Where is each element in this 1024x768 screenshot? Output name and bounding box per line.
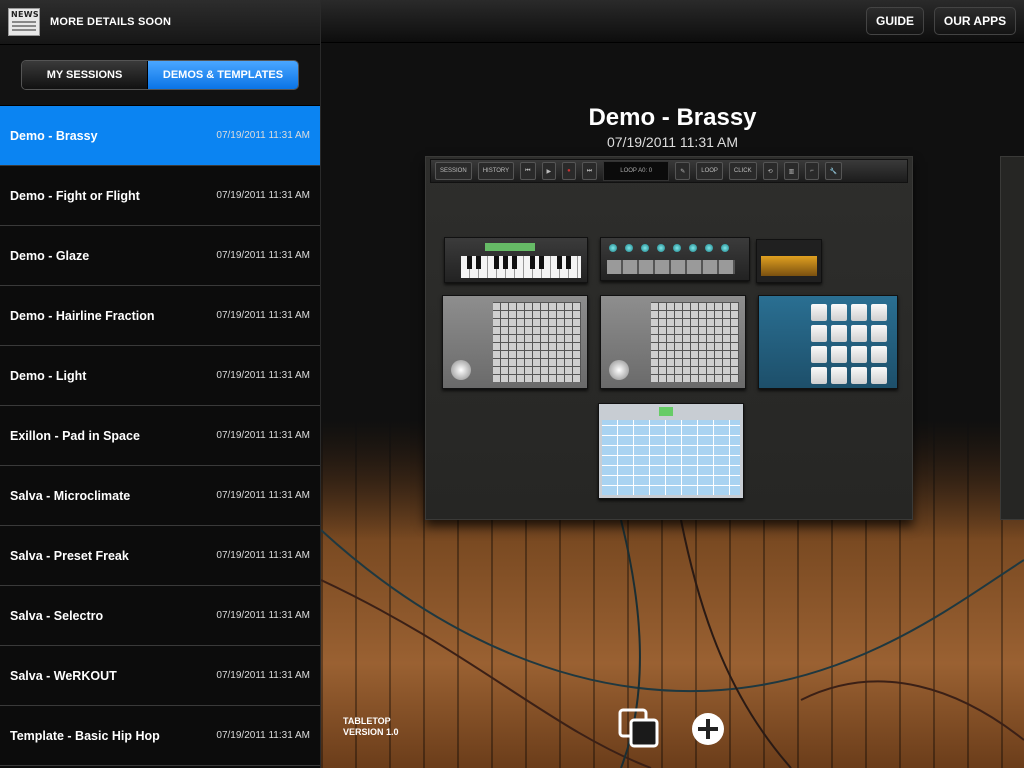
session-row[interactable]: Exillon - Pad in Space 07/19/2011 11:31 A… [0,406,320,466]
loop-toggle: LOOP [696,162,723,180]
app-name: TABLETOP [343,716,391,726]
session-tab: SESSION [435,162,472,180]
wrench-icon: 🔧 [824,162,843,180]
session-date: 07/19/2011 11:31 AM [216,130,310,141]
news-bar[interactable]: NEWS MORE DETAILS SOON [0,0,320,45]
drum-machine-device [758,295,898,389]
session-date: 07/19/2011 11:31 AM [216,670,310,681]
keyboard-display [485,243,535,251]
session-row[interactable]: Salva - Preset Freak 07/19/2011 11:31 AM [0,526,320,586]
rewind-icon: ⏮ [520,162,536,180]
session-date: 07/19/2011 11:31 AM [216,430,310,441]
forward-icon: ⏭ [581,162,598,180]
session-date: 07/19/2011 11:31 AM [606,134,739,150]
history-tab: HISTORY [477,162,515,180]
session-name: Salva - Selectro [10,608,104,623]
main-area: GUIDE OUR APPS Demo - Brassy 07/19/2011 … [321,0,1024,768]
session-date: 07/19/2011 11:31 AM [216,610,310,621]
session-row[interactable]: Salva - Selectro 07/19/2011 11:31 AM [0,586,320,646]
newspaper-icon-text: NEWS [11,10,39,19]
session-name: Demo - Light [10,368,87,383]
session-name: Demo - Fight or Flight [10,188,140,203]
click-toggle: CLICK [728,162,757,180]
segment-control: MY SESSIONS DEMOS & TEMPLATES [21,60,299,90]
news-label[interactable]: MORE DETAILS SOON [50,16,171,28]
sidebar: NEWS MORE DETAILS SOON MY SESSIONS DEMOS… [0,0,321,768]
session-row[interactable]: Salva - WeRKOUT 07/19/2011 11:31 AM [0,646,320,706]
record-icon: ● [562,162,576,180]
session-row[interactable]: Demo - Brassy 07/19/2011 11:31 AM [0,106,320,166]
duplicate-icon [618,708,659,748]
pad-matrix-device-1 [442,295,588,389]
session-title: Demo - Brassy [588,104,757,131]
session-name: Exillon - Pad in Space [10,428,140,443]
loop-display: LOOP A0: 0 [603,161,670,181]
session-date: 07/19/2011 11:31 AM [216,250,310,261]
our-apps-button[interactable]: OUR APPS [934,7,1016,35]
session-name: Salva - Preset Freak [10,548,129,563]
plus-circle-icon [692,713,724,745]
tab-demos-templates[interactable]: DEMOS & TEMPLATES [148,61,298,89]
play-icon: ▶ [541,162,557,180]
session-preview-thumbnail[interactable]: SESSION HISTORY ⏮ ▶ ● ⏭ LOOP A0: 0 ✎ LOO… [425,156,913,520]
session-date: 07/19/2011 11:31 AM [216,730,310,741]
app-version: VERSION 1.0 [343,727,399,737]
version-info: TABLETOP VERSION 1.0 [343,716,423,738]
arranger-grid [602,420,740,495]
next-session-preview[interactable] [1000,156,1024,520]
session-row[interactable]: Demo - Glaze 07/19/2011 11:31 AM [0,226,320,286]
session-date: 07/19/2011 11:31 AM [216,310,310,321]
session-row[interactable]: Template - Basic Hip Hop 07/19/2011 11:31… [0,706,320,766]
session-name: Salva - WeRKOUT [10,668,117,683]
transport-bar: SESSION HISTORY ⏮ ▶ ● ⏭ LOOP A0: 0 ✎ LOO… [430,159,908,183]
session-list: Demo - Brassy 07/19/2011 11:31 AM Demo - F… [0,106,320,766]
arranger-device [598,403,744,499]
session-date: 07/19/2011 11:31 AM [216,190,310,201]
repeat-icon: ⟲ [762,162,778,180]
session-row[interactable]: Demo - Fight or Flight 07/19/2011 11:31 A… [0,166,320,226]
session-row[interactable]: Demo - Light 07/19/2011 11:31 AM [0,346,320,406]
keyboard-device [444,237,588,283]
segment-control-bar: MY SESSIONS DEMOS & TEMPLATES [0,45,320,106]
session-name: Demo - Brassy [10,128,98,143]
session-date: 07/19/2011 11:31 AM [216,490,310,501]
pad-matrix-device-2 [600,295,746,389]
session-name: Demo - Glaze [10,248,90,263]
mono-synth-device [756,239,822,283]
add-session-button[interactable] [689,710,727,748]
session-date: 07/19/2011 11:31 AM [216,370,310,381]
guide-button[interactable]: GUIDE [866,7,924,35]
top-bar: GUIDE OUR APPS [321,0,1024,43]
session-name: Salva - Microclimate [10,488,131,503]
session-row[interactable]: Demo - Hairline Fraction 07/19/2011 11:31… [0,286,320,346]
session-name: Template - Basic Hip Hop [10,728,160,743]
tab-my-sessions[interactable]: MY SESSIONS [22,61,148,89]
step-sequencer-device [600,237,750,281]
duplicate-session-button[interactable] [617,708,661,750]
cable-icon: ⌐ [805,162,819,180]
session-name: Demo - Hairline Fraction [10,308,155,323]
mixer-icon: ▥ [783,162,800,180]
session-date: 07/19/2011 11:31 AM [216,550,310,561]
newspaper-icon[interactable]: NEWS [8,8,40,36]
pencil-icon: ✎ [675,162,691,180]
session-row[interactable]: Salva - Microclimate 07/19/2011 11:31 AM [0,466,320,526]
